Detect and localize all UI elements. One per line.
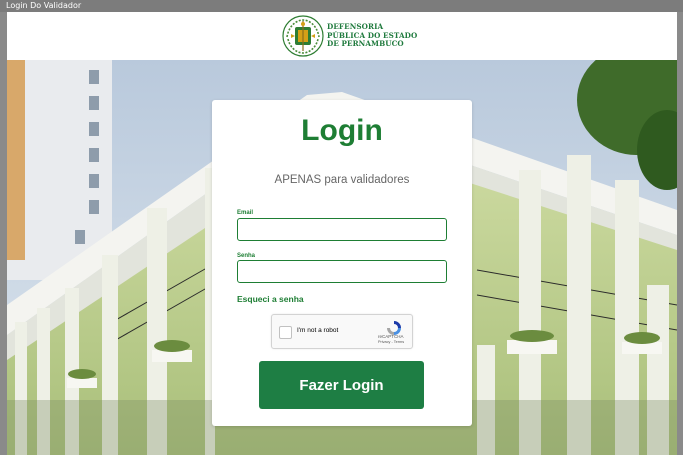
recaptcha-widget: I'm not a robot reCAPTCHA Privacy - Term… [271,314,413,349]
recaptcha-terms-link[interactable]: Terms [394,340,404,344]
email-field[interactable] [237,218,447,241]
site-header: DEFENSORIA PÚBLICA DO ESTADO DE PERNAMBU… [7,12,677,60]
institution-name-line3: DE PERNAMBUCO [327,39,404,49]
recaptcha-brand: reCAPTCHA [378,334,404,339]
window-title: Login Do Validador [0,0,683,12]
login-button[interactable]: Fazer Login [259,361,424,409]
email-label: Email [237,210,254,216]
password-field[interactable] [237,260,447,283]
recaptcha-label: I'm not a robot [297,327,339,334]
login-title: Login [301,114,383,147]
forgot-password-link[interactable]: Esqueci a senha [237,294,304,304]
coat-of-arms-logo [282,15,324,57]
login-card: Login APENAS para validadores Email Senh… [212,100,472,426]
recaptcha-links: Privacy - Terms [378,340,405,344]
password-label: Senha [237,253,256,259]
recaptcha-privacy-link[interactable]: Privacy [378,340,390,344]
page: DEFENSORIA PÚBLICA DO ESTADO DE PERNAMBU… [7,12,677,455]
institution-name: DEFENSORIA PÚBLICA DO ESTADO DE PERNAMBU… [327,22,417,49]
recaptcha-checkbox[interactable] [279,326,292,339]
login-subtitle: APENAS para validadores [274,174,410,186]
